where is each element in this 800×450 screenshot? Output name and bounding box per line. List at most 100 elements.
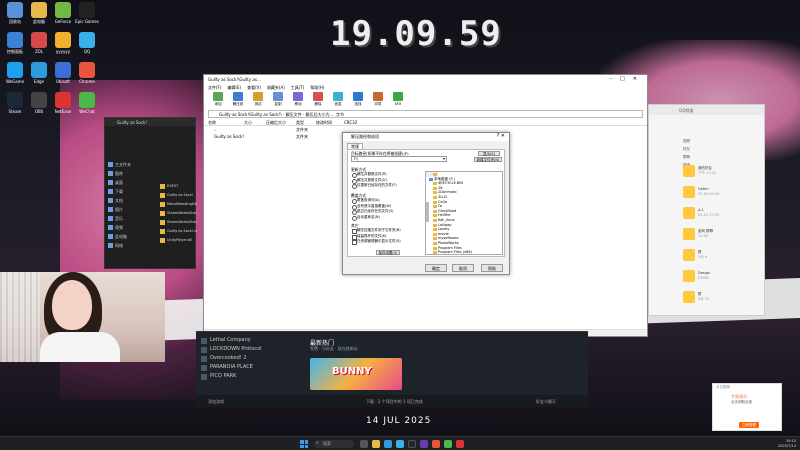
desktop-icon[interactable]: GeForce xyxy=(50,2,76,24)
toolbar-button[interactable]: 复制 xyxy=(270,91,286,109)
desktop-icon[interactable]: Chrome xyxy=(74,62,100,84)
chat-message[interactable]: 游戏 群聊 12:00 xyxy=(653,228,763,248)
archive-taskbar-icon[interactable] xyxy=(420,440,428,448)
desktop-icon[interactable]: Steam xyxy=(2,92,28,114)
game-banner[interactable]: BUNNY xyxy=(310,358,402,390)
cancel-button[interactable]: 取消 xyxy=(452,264,474,272)
sidebar-item[interactable]: 此电脑 xyxy=(107,232,143,241)
desktop-icon[interactable]: 控制面板 xyxy=(2,32,28,54)
folder-tree[interactable]: 本地磁盘 (F:) $RECYCLE.BIN 28 2Dorimoto 3LLD CsGo… xyxy=(425,171,503,255)
file-item[interactable]: Guilty as Sock! xyxy=(159,191,197,200)
sidebar-item[interactable]: 图库 xyxy=(107,169,143,178)
chat-message[interactable]: 群 5月 9 xyxy=(653,249,763,269)
desktop-icon[interactable]: NetEase xyxy=(50,92,76,114)
close-icon[interactable]: ? ✕ xyxy=(497,133,505,139)
toolbar-button[interactable]: 解压到 xyxy=(230,91,246,109)
extract-dialog[interactable]: 解压路径和选项 ? ✕ 常规 目标路径(如果不存在将被创建)(P) F:\ 显示… xyxy=(342,132,510,275)
desktop-icon[interactable]: OBS xyxy=(26,92,52,114)
desktop-icon[interactable]: Edge xyxy=(26,62,52,84)
menu-item[interactable]: 工具(T) xyxy=(291,85,305,90)
chat-side-item[interactable]: 群聊 xyxy=(683,155,690,163)
file-item[interactable]: EXE57 xyxy=(159,182,197,191)
chat-message[interactable]: HaHa~ 05-09 09:45 xyxy=(653,186,763,206)
download-status[interactable]: 下载 · 2 个项目中的 1 项已完成 xyxy=(366,399,423,405)
file-item[interactable]: MonoBleedingEdge xyxy=(159,200,197,209)
steam-taskbar-icon[interactable] xyxy=(408,440,416,448)
chrome-taskbar-icon[interactable] xyxy=(432,440,440,448)
system-tray-clock[interactable]: 19:10 2025/7/14 xyxy=(778,439,796,449)
toolbar-button[interactable]: 删除 xyxy=(310,91,326,109)
file-explorer-taskbar-icon[interactable] xyxy=(372,440,380,448)
sidebar-item[interactable]: 桌面 xyxy=(107,178,143,187)
sidebar-item[interactable]: 视频 xyxy=(107,223,143,232)
toolbar-button[interactable]: 向导 xyxy=(370,91,386,109)
ad-popup[interactable]: 今日推荐 专属福利 点击领取优惠 立即查看 xyxy=(712,383,782,431)
game-list-item[interactable]: PARANOIA PLACE xyxy=(200,363,292,372)
sidebar-item[interactable]: 下载 xyxy=(107,187,143,196)
task-view-icon[interactable] xyxy=(360,440,368,448)
option-radio[interactable]: 仅更新已经存在的文件(F) xyxy=(352,183,397,189)
option-radio[interactable]: 解压并替换文件(R) xyxy=(352,172,387,178)
archive-address-bar[interactable]: Guilty as Sock!\Guilty as Sock!\ - 解压文件 … xyxy=(208,110,643,118)
friends-chat-button[interactable]: 好友与聊天 xyxy=(536,399,556,405)
game-library-panel[interactable]: Lethal Company LOCKDOWN Protocol Overcooke… xyxy=(196,331,588,407)
target-path-combo[interactable]: F:\ xyxy=(351,156,447,162)
toolbar-button[interactable]: 移动 xyxy=(290,91,306,109)
add-game-button[interactable]: 添加游戏 xyxy=(208,399,224,405)
explorer-tab[interactable]: Guilty as Sock! xyxy=(105,118,195,126)
option-radio[interactable]: 自动重命名(N) xyxy=(352,215,380,221)
new-folder-button[interactable]: 新建文件夹(N) xyxy=(474,157,502,162)
menu-item[interactable]: 查看(V) xyxy=(247,85,261,90)
menu-item[interactable]: 编辑(E) xyxy=(227,85,241,90)
game-list-item[interactable]: Overcooked! 2 xyxy=(200,354,292,363)
desktop-icon[interactable]: QQ xyxy=(74,32,100,54)
sidebar-item[interactable]: 主文件夹 xyxy=(107,160,143,169)
desktop-icon[interactable]: WeGame xyxy=(2,62,28,84)
game-list-item[interactable]: Lethal Company xyxy=(200,336,292,345)
menu-item[interactable]: 收藏夹(A) xyxy=(267,85,285,90)
window-controls[interactable]: –□✕ xyxy=(610,76,645,82)
desktop-icon[interactable]: ZOL xyxy=(26,32,52,54)
option-radio[interactable]: 跳过已经存在的文件(S) xyxy=(352,209,393,215)
save-settings-button[interactable]: 保存设置(V) xyxy=(376,250,400,255)
chat-message[interactable]: Design DOMA xyxy=(653,270,763,290)
chat-message[interactable]: 我的好友 下午 23:19 xyxy=(653,165,763,185)
chat-message[interactable]: 群 5月 31 xyxy=(653,291,763,311)
sidebar-item[interactable]: 文档 xyxy=(107,196,143,205)
file-explorer-window[interactable]: Guilty as Sock! 主文件夹 图库 桌面 下载 文档 图片 音乐 视频 此电脑 网络 … xyxy=(104,117,197,269)
desktop-icon[interactable]: WeChat xyxy=(74,92,100,114)
show-button[interactable]: 显示(S) xyxy=(478,151,500,156)
ad-view-button[interactable]: 立即查看 xyxy=(739,422,759,428)
menu-item[interactable]: 帮助(H) xyxy=(310,85,324,90)
taskbar-search[interactable]: ⌕ 搜索 xyxy=(314,440,354,448)
ok-button[interactable]: 确定 xyxy=(425,264,447,272)
sidebar-item[interactable]: 音乐 xyxy=(107,214,143,223)
desktop-icon[interactable]: yyyyyy xyxy=(50,32,76,54)
windows-start-icon[interactable] xyxy=(300,440,308,448)
netease-taskbar-icon[interactable] xyxy=(456,440,464,448)
toolbar-button[interactable]: 信息 xyxy=(330,91,346,109)
desktop-icon[interactable]: Ubisoft xyxy=(50,62,76,84)
chat-message[interactable]: A-1 05-03 12:55 xyxy=(653,207,763,227)
toolbar-button[interactable]: SFX xyxy=(390,91,406,109)
file-item[interactable]: Guilty as Sock!.exe xyxy=(159,227,197,236)
sidebar-item[interactable]: 网络 xyxy=(107,241,143,250)
desktop-icon[interactable]: Epic Games xyxy=(74,2,100,24)
desktop-icon[interactable]: 回收站 xyxy=(2,2,28,24)
edge-taskbar-icon[interactable] xyxy=(384,440,392,448)
option-radio[interactable]: 覆盖前询问(A) xyxy=(352,198,380,204)
file-item[interactable]: UnityPlayer.dll xyxy=(159,236,197,245)
game-list-item[interactable]: LOCKDOWN Protocol xyxy=(200,345,292,354)
game-list-item[interactable]: PICO PARK xyxy=(200,372,292,381)
sidebar-item[interactable]: 图片 xyxy=(107,205,143,214)
wechat-taskbar-icon[interactable] xyxy=(444,440,452,448)
option-checkbox[interactable]: 保留损坏的文件(K) xyxy=(352,234,387,240)
chat-window[interactable]: QQ频道 视频好友群聊频道设置 我的好友下午 23:19HaHa~05-09 0… xyxy=(648,104,765,316)
toolbar-button[interactable]: 测试 xyxy=(250,91,266,109)
column-header[interactable]: CRC32 xyxy=(344,120,357,125)
option-radio[interactable]: 解压并更新文件(U) xyxy=(352,178,387,184)
qq-taskbar-icon[interactable] xyxy=(396,440,404,448)
option-radio[interactable]: 没有提示直接覆盖(W) xyxy=(352,204,391,210)
chat-side-item[interactable]: 好友 xyxy=(683,147,690,155)
toolbar-button[interactable]: 添加 xyxy=(210,91,226,109)
